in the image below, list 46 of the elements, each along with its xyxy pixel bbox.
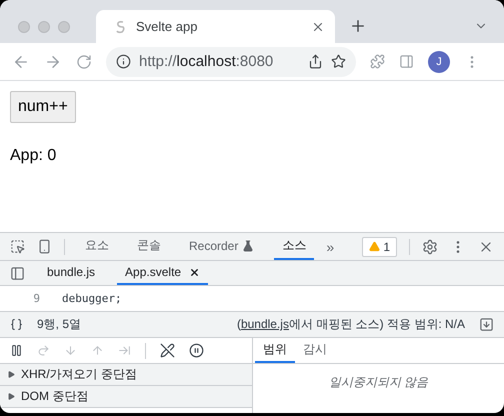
devtools-tab[interactable]: 요소 [77,233,117,260]
extensions-icon[interactable] [370,54,385,69]
device-toggle-icon[interactable] [37,239,52,254]
more-tabs[interactable]: » [326,238,334,254]
deactivate-breakpoints-icon[interactable] [160,343,175,358]
sidebar-tab[interactable]: 감시 [295,338,335,363]
increment-button[interactable]: num++ [10,91,76,123]
not-paused-message: 일시중지되지 않음 [328,374,430,391]
flask-icon [242,240,254,252]
bookmark-star-icon[interactable] [331,54,346,69]
pretty-print-icon[interactable] [10,318,23,331]
file-tab[interactable]: bundle.js [39,261,104,285]
url-text: http://localhost:8080 [139,53,274,70]
inspect-icon[interactable] [10,239,25,254]
breakpoint-section[interactable]: DOM 중단점 [0,386,252,408]
reload-icon[interactable] [76,54,92,70]
sidebar-tab[interactable]: 범위 [255,338,295,363]
address-bar[interactable]: http://localhost:8080 [106,46,356,76]
expand-triangle-icon [8,371,15,378]
expand-triangle-icon [8,393,15,400]
profile-avatar[interactable]: J [428,50,450,72]
warning-icon [369,241,380,252]
pause-icon[interactable] [10,344,23,357]
warning-badge[interactable]: 1 [362,236,397,256]
info-icon[interactable] [116,54,131,69]
line-number: 9 [32,292,40,305]
close-file-icon[interactable] [189,266,200,278]
devtools-tab[interactable]: Recorder [181,233,262,260]
source-map-info: (bundle.js에서 매핑된 소스) 적용 범위: N/A [236,316,465,333]
side-panel-icon[interactable] [399,54,414,69]
share-icon[interactable] [308,54,323,69]
section-title: XHR/가져오기 중단점 [21,366,138,383]
breakpoint-section[interactable]: XHR/가져오기 중단점 [0,364,252,386]
devtools-tab[interactable]: 콘솔 [129,233,169,260]
navigator-toggle-icon[interactable] [10,266,25,280]
app-output: App: 0 [10,147,58,165]
pause-on-exceptions-icon[interactable] [189,343,204,358]
code-line: debugger; [62,292,122,305]
section-title: DOM 중단점 [21,388,88,405]
source-link[interactable]: bundle.js [240,317,289,331]
browser-tab[interactable]: Svelte app [96,10,335,43]
file-tab[interactable]: App.svelte [117,261,208,285]
settings-icon[interactable] [422,238,438,254]
cursor-position: 9행, 5열 [37,316,82,333]
tab-title: Svelte app [136,19,198,34]
toggle-drawer-icon[interactable] [479,317,494,332]
